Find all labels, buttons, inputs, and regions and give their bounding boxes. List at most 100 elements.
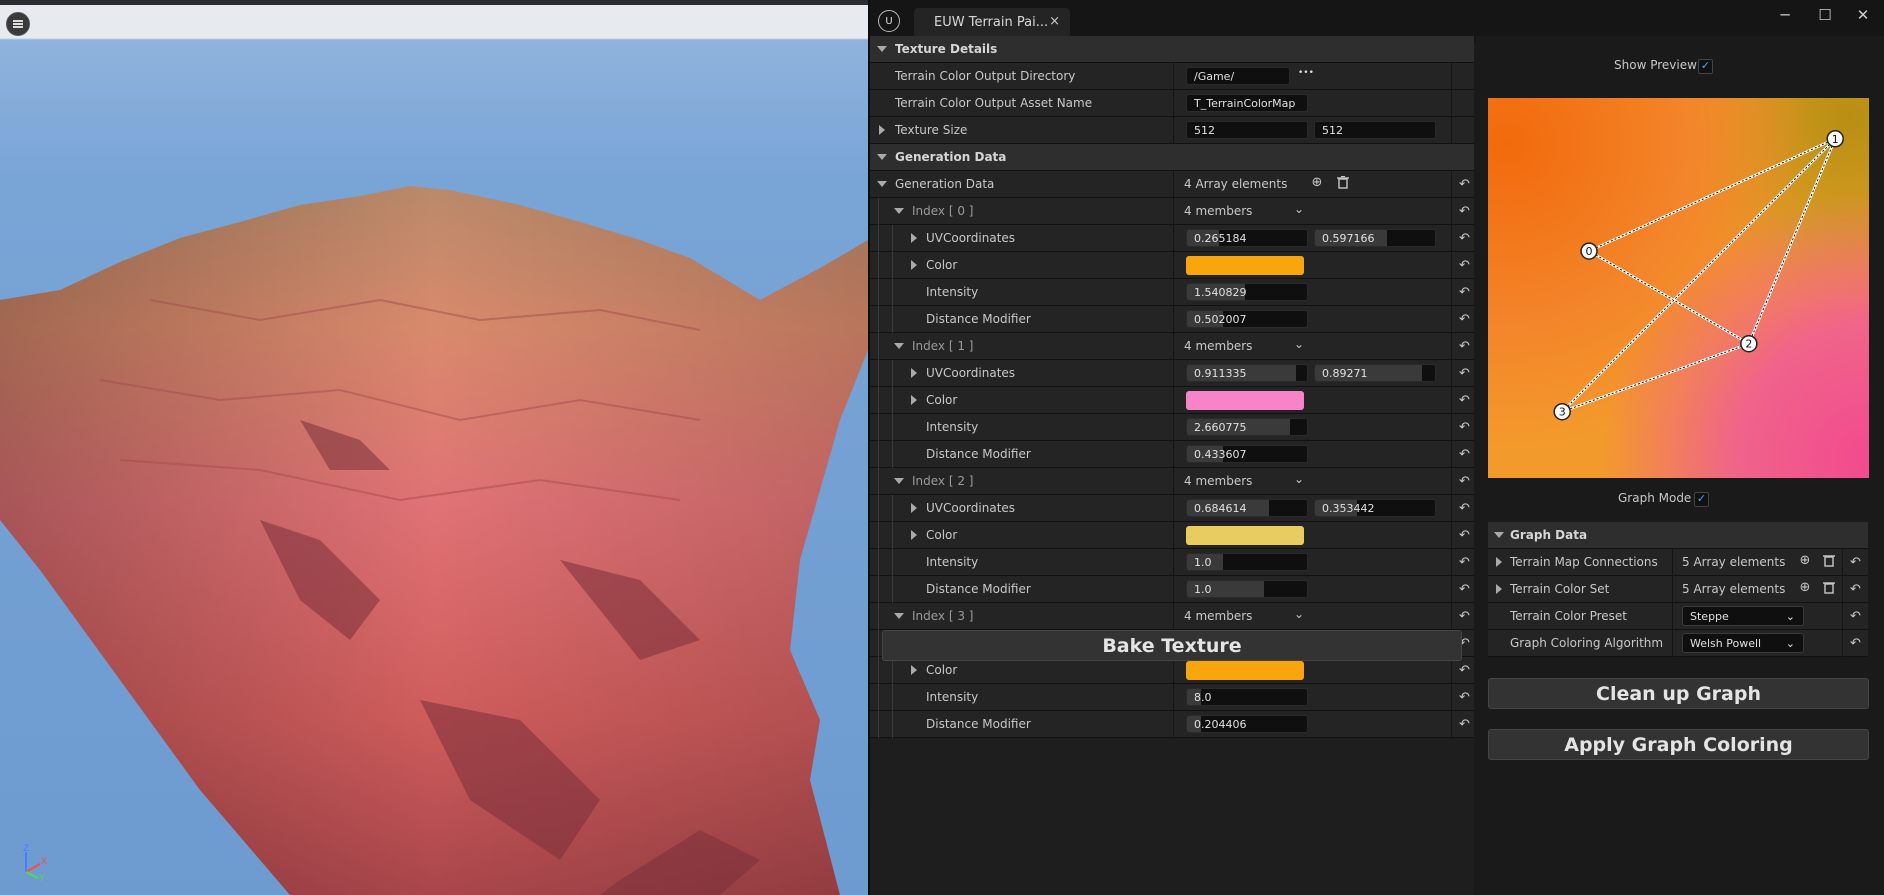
members-count: 4 members xyxy=(1184,339,1253,353)
collapse-arrow-icon[interactable] xyxy=(877,181,887,187)
add-element-icon[interactable]: ⊕ xyxy=(1310,176,1324,190)
uv-u-field[interactable]: 0.684614 xyxy=(1186,499,1308,517)
collapse-arrow-icon[interactable] xyxy=(1494,532,1504,538)
collapse-arrow-icon[interactable] xyxy=(894,343,904,349)
clean-up-graph-button[interactable]: Clean up Graph xyxy=(1488,678,1869,709)
texture-size-y-field[interactable]: 512 xyxy=(1314,121,1436,139)
collapse-arrow-icon[interactable] xyxy=(894,613,904,619)
expand-arrow-icon[interactable] xyxy=(911,233,917,243)
property-uvcoordinates: UVCoordinates 0.911335 0.89271 ↶ xyxy=(870,360,1474,387)
property-label: Distance Modifier xyxy=(926,447,1031,461)
chevron-down-icon[interactable]: ⌄ xyxy=(1294,607,1304,621)
level-viewport[interactable]: Z X Y xyxy=(0,0,868,895)
delete-all-icon[interactable] xyxy=(1822,581,1836,595)
uv-v-field[interactable]: 0.89271 xyxy=(1314,364,1436,382)
expand-arrow-icon[interactable] xyxy=(911,665,917,675)
minimize-button[interactable]: ─ xyxy=(1770,6,1800,26)
collapse-arrow-icon[interactable] xyxy=(877,46,887,52)
graph-preview-canvas[interactable]: 0 1 2 3 xyxy=(1488,98,1869,478)
reset-to-default-icon[interactable]: ↶ xyxy=(1850,609,1861,624)
expand-arrow-icon[interactable] xyxy=(879,125,885,135)
reset-to-default-icon[interactable]: ↶ xyxy=(1459,717,1470,732)
reset-to-default-icon[interactable]: ↶ xyxy=(1459,528,1470,543)
color-swatch[interactable] xyxy=(1186,256,1304,275)
reset-to-default-icon[interactable]: ↶ xyxy=(1459,609,1470,624)
terrain-color-preset-dropdown[interactable]: Steppe ⌄ xyxy=(1682,606,1804,626)
expand-arrow-icon[interactable] xyxy=(911,368,917,378)
expand-arrow-icon[interactable] xyxy=(911,260,917,270)
reset-to-default-icon[interactable]: ↶ xyxy=(1459,204,1470,219)
uv-u-field[interactable]: 0.265184 xyxy=(1186,229,1308,247)
reset-to-default-icon[interactable]: ↶ xyxy=(1459,582,1470,597)
reset-to-default-icon[interactable]: ↶ xyxy=(1459,663,1470,678)
uv-v-field[interactable]: 0.353442 xyxy=(1314,499,1436,517)
graph-mode-checkbox[interactable]: ✓ xyxy=(1694,492,1709,507)
reset-to-default-icon[interactable]: ↶ xyxy=(1459,285,1470,300)
expand-arrow-icon[interactable] xyxy=(911,530,917,540)
viewport-options-button[interactable] xyxy=(6,12,30,36)
reset-to-default-icon[interactable]: ↶ xyxy=(1459,474,1470,489)
add-element-icon[interactable]: ⊕ xyxy=(1798,554,1812,568)
output-directory-field[interactable]: /Game/ xyxy=(1186,67,1290,85)
texture-size-x-field[interactable]: 512 xyxy=(1186,121,1308,139)
color-swatch[interactable] xyxy=(1186,391,1304,410)
color-swatch[interactable] xyxy=(1186,661,1304,680)
distance-modifier-field[interactable]: 0.204406 xyxy=(1186,715,1308,733)
reset-to-default-icon[interactable]: ↶ xyxy=(1850,555,1861,570)
reset-to-default-icon[interactable]: ↶ xyxy=(1459,555,1470,570)
reset-to-default-icon[interactable]: ↶ xyxy=(1459,501,1470,516)
apply-graph-coloring-button[interactable]: Apply Graph Coloring xyxy=(1488,729,1869,760)
show-preview-checkbox[interactable]: ✓ xyxy=(1698,59,1713,74)
reset-to-default-icon[interactable]: ↶ xyxy=(1459,420,1470,435)
chevron-down-icon[interactable]: ⌄ xyxy=(1294,337,1304,351)
tab-close-icon[interactable]: × xyxy=(1049,14,1060,29)
delete-all-icon[interactable] xyxy=(1822,554,1836,568)
reset-to-default-icon[interactable]: ↶ xyxy=(1850,582,1861,597)
distance-modifier-field[interactable]: 0.433607 xyxy=(1186,445,1308,463)
tab-euw-terrain-painter[interactable]: EUW Terrain Pai... × xyxy=(914,8,1070,36)
add-element-icon[interactable]: ⊕ xyxy=(1798,581,1812,595)
collapse-arrow-icon[interactable] xyxy=(877,154,887,160)
expand-arrow-icon[interactable] xyxy=(911,503,917,513)
reset-to-default-icon[interactable]: ↶ xyxy=(1850,636,1861,651)
delete-all-icon[interactable] xyxy=(1336,175,1350,190)
reset-to-default-icon[interactable]: ↶ xyxy=(1459,393,1470,408)
category-texture-details[interactable]: Texture Details xyxy=(870,36,1474,63)
reset-to-default-icon[interactable]: ↶ xyxy=(1459,258,1470,273)
intensity-field[interactable]: 8.0 xyxy=(1186,688,1308,706)
color-swatch[interactable] xyxy=(1186,526,1304,545)
property-label: Distance Modifier xyxy=(926,717,1031,731)
intensity-field[interactable]: 2.660775 xyxy=(1186,418,1308,436)
bake-texture-button[interactable]: Bake Texture xyxy=(882,630,1462,661)
expand-arrow-icon[interactable] xyxy=(1496,584,1502,594)
category-graph-data[interactable]: Graph Data xyxy=(1488,522,1868,549)
distance-modifier-field[interactable]: 1.0 xyxy=(1186,580,1308,598)
chevron-down-icon[interactable]: ⌄ xyxy=(1294,202,1304,216)
reset-to-default-icon[interactable]: ↶ xyxy=(1459,339,1470,354)
uv-u-field[interactable]: 0.911335 xyxy=(1186,364,1308,382)
graph-coloring-algorithm-dropdown[interactable]: Welsh Powell ⌄ xyxy=(1682,633,1804,653)
expand-arrow-icon[interactable] xyxy=(911,395,917,405)
expand-arrow-icon[interactable] xyxy=(1496,557,1502,567)
reset-to-default-icon[interactable]: ↶ xyxy=(1459,447,1470,462)
reset-to-default-icon[interactable]: ↶ xyxy=(1459,312,1470,327)
uv-v-field[interactable]: 0.597166 xyxy=(1314,229,1436,247)
maximize-button[interactable]: ☐ xyxy=(1810,6,1840,26)
reset-to-default-icon[interactable]: ↶ xyxy=(1459,231,1470,246)
collapse-arrow-icon[interactable] xyxy=(894,208,904,214)
collapse-arrow-icon[interactable] xyxy=(894,478,904,484)
browse-ellipsis-icon[interactable]: ••• xyxy=(1298,68,1314,78)
property-label: Terrain Color Output Directory xyxy=(895,69,1076,83)
chevron-down-icon[interactable]: ⌄ xyxy=(1294,472,1304,486)
reset-to-default-icon[interactable]: ↶ xyxy=(1459,177,1470,192)
intensity-field[interactable]: 1.0 xyxy=(1186,553,1308,571)
distance-modifier-field[interactable]: 0.502007 xyxy=(1186,310,1308,328)
reset-to-default-icon[interactable]: ↶ xyxy=(1459,690,1470,705)
category-generation-data[interactable]: Generation Data xyxy=(870,144,1474,171)
property-output-asset-name: Terrain Color Output Asset Name T_Terrai… xyxy=(870,90,1474,117)
close-window-button[interactable]: ✕ xyxy=(1848,6,1878,26)
reset-to-default-icon[interactable]: ↶ xyxy=(1459,366,1470,381)
terrain-mesh xyxy=(0,186,868,895)
intensity-field[interactable]: 1.540829 xyxy=(1186,283,1308,301)
output-asset-name-field[interactable]: T_TerrainColorMap xyxy=(1186,94,1308,112)
